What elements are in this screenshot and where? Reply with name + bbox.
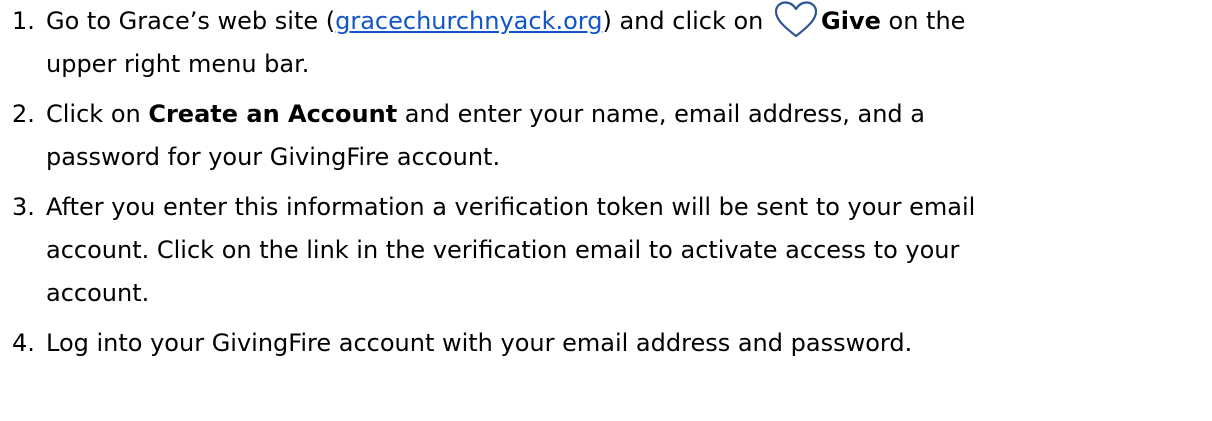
step-text-segment: Go to Grace’s web site ( (46, 7, 336, 35)
list-item-step-3: 3. After you enter this information a ve… (0, 186, 1212, 315)
step-text-segment: on the (880, 7, 966, 35)
give-label: Give (821, 7, 881, 35)
list-item-step-4: 4. Log into your GivingFire account with… (0, 322, 1212, 365)
step-number: 1. (12, 7, 35, 35)
step-text-segment: password for your GivingFire account. (46, 143, 501, 171)
step-text: After you enter this information a verif… (46, 186, 1196, 315)
instruction-list: 1. Go to Grace’s web site (gracechurchny… (0, 0, 1212, 421)
step-text-segment: account. (46, 279, 150, 307)
step-text-segment: ) and click on (602, 7, 772, 35)
list-item-step-1: 1. Go to Grace’s web site (gracechurchny… (0, 0, 1212, 86)
step-text: Go to Grace’s web site (gracechurchnyack… (46, 0, 1196, 86)
create-account-label: Create an Account (148, 100, 398, 128)
step-text-segment: and enter your name, email address, and … (397, 100, 925, 128)
heart-outline-icon (773, 0, 819, 40)
step-number: 4. (12, 329, 35, 357)
step-text-segment: Log into your GivingFire account with yo… (46, 329, 913, 357)
list-item-step-2: 2. Click on Create an Account and enter … (0, 93, 1212, 179)
step-text: Log into your GivingFire account with yo… (46, 322, 1196, 365)
step-number: 2. (12, 100, 35, 128)
step-text-segment: After you enter this information a verif… (46, 193, 976, 221)
step-text-segment: account. Click on the link in the verifi… (46, 236, 960, 264)
step-text-segment: upper right menu bar. (46, 50, 310, 78)
step-text-segment: Click on (46, 100, 149, 128)
step-text: Click on Create an Account and enter you… (46, 93, 1196, 179)
website-link[interactable]: gracechurchnyack.org (335, 7, 602, 35)
step-number: 3. (12, 193, 35, 221)
